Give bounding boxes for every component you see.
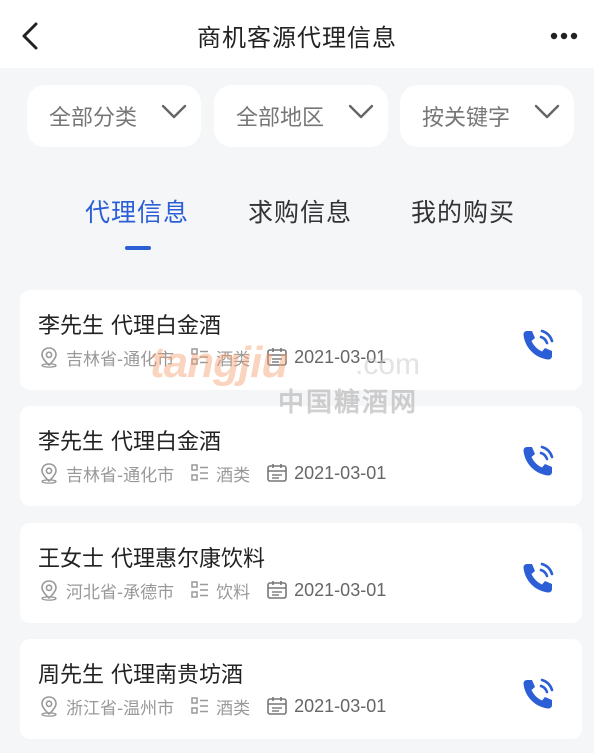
listing-date: 2021-03-01 (294, 579, 387, 600)
listing-category: 酒类 (216, 465, 251, 486)
more-button[interactable] (546, 22, 582, 50)
page-title: 商机客源代理信息 (197, 24, 397, 52)
calendar-icon (267, 348, 287, 366)
chevron-down-icon (534, 104, 560, 119)
category-list-icon (191, 348, 209, 365)
location-pin-icon (41, 347, 57, 368)
listing-date: 2021-03-01 (294, 695, 387, 716)
active-tab-indicator (125, 246, 151, 250)
calendar-icon (267, 464, 287, 482)
filter-keyword-dropdown[interactable]: 按关键字 (400, 85, 574, 147)
filter-category-dropdown[interactable]: 全部分类 (27, 85, 201, 147)
listing-location: 吉林省-通化市 (66, 465, 175, 486)
filter-keyword-label: 按关键字 (422, 106, 511, 131)
location-pin-icon (41, 463, 57, 484)
calendar-icon (267, 697, 287, 715)
category-list-icon (191, 581, 209, 598)
tab-purchase-requests[interactable]: 求购信息 (248, 193, 352, 229)
listing-date: 2021-03-01 (294, 462, 387, 483)
listing-location: 河北省-承德市 (66, 582, 175, 603)
phone-call-icon[interactable] (518, 325, 558, 365)
listing-location: 吉林省-通化市 (66, 349, 175, 370)
filter-bar: 全部分类 全部地区 按关键字 (0, 68, 594, 163)
filter-category-label: 全部分类 (49, 106, 138, 131)
listing-date: 2021-03-01 (294, 346, 387, 367)
listing-category: 酒类 (216, 698, 251, 719)
chevron-down-icon (161, 104, 187, 119)
listing-meta: 吉林省-通化市 酒类 2021-03-01 (38, 461, 402, 486)
calendar-icon (267, 581, 287, 599)
top-bar: 商机客源代理信息 (0, 0, 594, 68)
listing-title: 王女士 代理惠尔康饮料 (38, 547, 265, 572)
listing-meta: 河北省-承德市 饮料 2021-03-01 (38, 578, 402, 603)
tab-my-purchases[interactable]: 我的购买 (411, 193, 515, 229)
phone-call-icon[interactable] (518, 558, 558, 598)
listing-category: 饮料 (216, 582, 251, 603)
phone-call-icon[interactable] (518, 441, 558, 481)
tab-bar: 代理信息 求购信息 我的购买 (0, 185, 594, 255)
listing-meta: 吉林省-通化市 酒类 2021-03-01 (38, 345, 402, 370)
tab-agency-info[interactable]: 代理信息 (85, 193, 189, 229)
listing-title: 李先生 代理白金酒 (38, 314, 221, 339)
listing-card[interactable]: 李先生 代理白金酒 吉林省-通化市 酒类 2021-03-01 (20, 290, 582, 390)
filter-region-dropdown[interactable]: 全部地区 (214, 85, 388, 147)
location-pin-icon (41, 580, 57, 601)
listing-meta: 浙江省-温州市 酒类 2021-03-01 (38, 694, 402, 719)
chevron-down-icon (348, 104, 374, 119)
filter-region-label: 全部地区 (236, 106, 325, 131)
listing-card[interactable]: 周先生 代理南贵坊酒 浙江省-温州市 酒类 2021-03-01 (20, 639, 582, 739)
location-pin-icon (41, 696, 57, 717)
more-dots-icon (550, 32, 578, 40)
listing-category: 酒类 (216, 349, 251, 370)
category-list-icon (191, 464, 209, 481)
listing-location: 浙江省-温州市 (66, 698, 175, 719)
listing-title: 周先生 代理南贵坊酒 (38, 663, 243, 688)
phone-call-icon[interactable] (518, 674, 558, 714)
listing-card[interactable]: 李先生 代理白金酒 吉林省-通化市 酒类 2021-03-01 (20, 406, 582, 506)
listing-title: 李先生 代理白金酒 (38, 430, 221, 455)
listing-card[interactable]: 王女士 代理惠尔康饮料 河北省-承德市 饮料 2021-03-01 (20, 523, 582, 623)
category-list-icon (191, 697, 209, 714)
